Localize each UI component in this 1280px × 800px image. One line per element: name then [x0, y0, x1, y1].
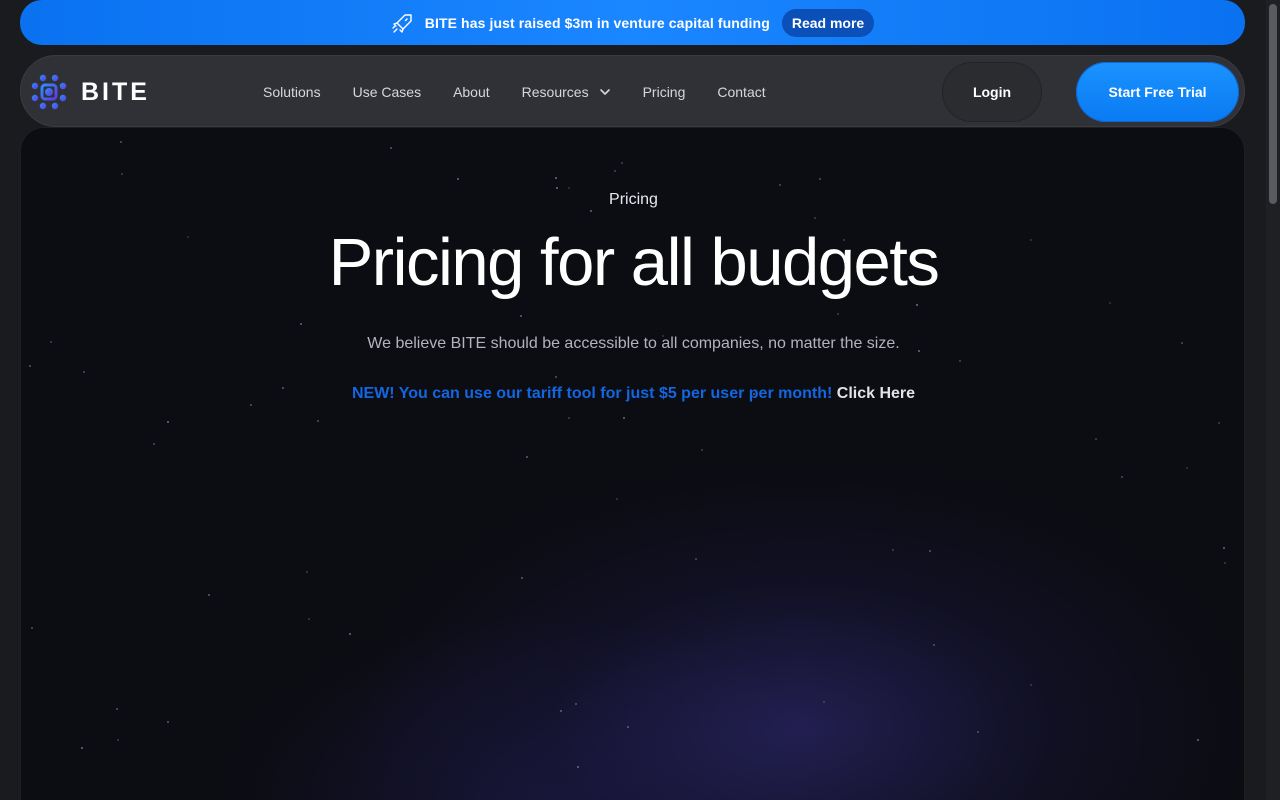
star-dot — [577, 766, 579, 768]
menu-item-resources-label: Resources — [521, 84, 589, 100]
star-dot — [575, 703, 577, 705]
pricing-hero: Pricing Pricing for all budgets We belie… — [20, 127, 1245, 800]
star-dot — [627, 726, 629, 728]
announcement-bar: BITE has just raised $3m in venture capi… — [20, 0, 1245, 45]
star-dot — [83, 371, 85, 373]
star-dot — [306, 571, 308, 573]
promo-click-here-link[interactable]: Click Here — [837, 385, 915, 402]
star-dot — [590, 210, 592, 212]
star-dot — [29, 365, 31, 367]
promo-banner: NEW! You can use our tariff tool for jus… — [21, 385, 1244, 403]
start-free-trial-button[interactable]: Start Free Trial — [1076, 62, 1239, 122]
star-dot — [977, 731, 979, 733]
star-dot — [614, 170, 616, 172]
star-dot — [779, 184, 781, 186]
bite-logo-icon — [31, 74, 67, 110]
star-dot — [31, 627, 33, 629]
star-dot — [701, 449, 703, 451]
star-dot — [521, 577, 523, 579]
login-button[interactable]: Login — [942, 62, 1042, 122]
read-more-button[interactable]: Read more — [781, 8, 875, 37]
chevron-down-icon — [599, 89, 610, 95]
star-dot — [520, 315, 522, 317]
star-dot — [568, 187, 570, 189]
star-dot — [1095, 438, 1097, 440]
star-dot — [208, 594, 210, 596]
star-dot — [317, 420, 319, 422]
star-dot — [167, 721, 169, 723]
star-dot — [556, 187, 558, 189]
hero-eyebrow: Pricing — [609, 191, 658, 208]
star-dot — [555, 376, 557, 378]
star-dot — [616, 498, 618, 500]
scrollbar-thumb[interactable] — [1269, 4, 1277, 204]
star-dot — [623, 417, 625, 419]
star-dot — [390, 147, 392, 149]
star-dot — [1030, 684, 1032, 686]
star-dot — [1218, 422, 1220, 424]
star-dot — [568, 417, 570, 419]
star-dot — [814, 217, 816, 219]
page-scrollbar[interactable] — [1266, 0, 1280, 800]
star-dot — [916, 304, 918, 306]
rocket-icon — [391, 11, 415, 35]
star-dot — [300, 323, 302, 325]
star-dot — [308, 618, 310, 620]
star-dot — [1223, 547, 1225, 549]
promo-text: NEW! You can use our tariff tool for jus… — [351, 385, 833, 402]
brand-name: BITE — [81, 77, 150, 106]
star-dot — [823, 701, 825, 703]
announcement-message: BITE has just raised $3m in venture capi… — [424, 14, 770, 31]
star-dot — [349, 633, 351, 635]
star-dot — [621, 162, 623, 164]
star-dot — [121, 173, 123, 175]
star-dot — [120, 141, 122, 143]
star-dot — [117, 739, 119, 741]
menu-item-pricing[interactable]: Pricing — [643, 84, 686, 100]
star-dot — [819, 178, 821, 180]
navbar: BITE Solutions Use Cases About Resources… — [20, 55, 1245, 127]
menu-item-resources[interactable]: Resources — [522, 84, 611, 100]
star-dot — [526, 456, 528, 458]
star-dot — [892, 549, 894, 551]
star-dot — [837, 313, 839, 315]
star-dot — [929, 550, 931, 552]
page-title: Pricing for all budgets — [328, 225, 940, 300]
star-dot — [153, 443, 155, 445]
star-dot — [933, 644, 935, 646]
star-dot — [250, 404, 252, 406]
menu-item-solutions[interactable]: Solutions — [263, 84, 321, 100]
menu-item-use-cases[interactable]: Use Cases — [353, 84, 421, 100]
star-dot — [560, 710, 562, 712]
star-dot — [555, 177, 557, 179]
star-dot — [1109, 302, 1111, 304]
star-dot — [1197, 739, 1199, 741]
brand-logo[interactable]: BITE — [29, 72, 150, 112]
menu-item-contact[interactable]: Contact — [717, 84, 765, 100]
main-menu: Solutions Use Cases About Resources Pric… — [263, 56, 798, 128]
star-dot — [116, 708, 118, 710]
star-dot — [1186, 467, 1188, 469]
menu-item-about[interactable]: About — [453, 84, 490, 100]
star-dot — [167, 421, 169, 423]
hero-subtitle: We believe BITE should be accessible to … — [367, 335, 900, 352]
star-dot — [457, 178, 459, 180]
star-dot — [1224, 562, 1226, 564]
star-dot — [959, 360, 961, 362]
star-dot — [1121, 476, 1123, 478]
star-dot — [81, 747, 83, 749]
star-dot — [695, 558, 697, 560]
